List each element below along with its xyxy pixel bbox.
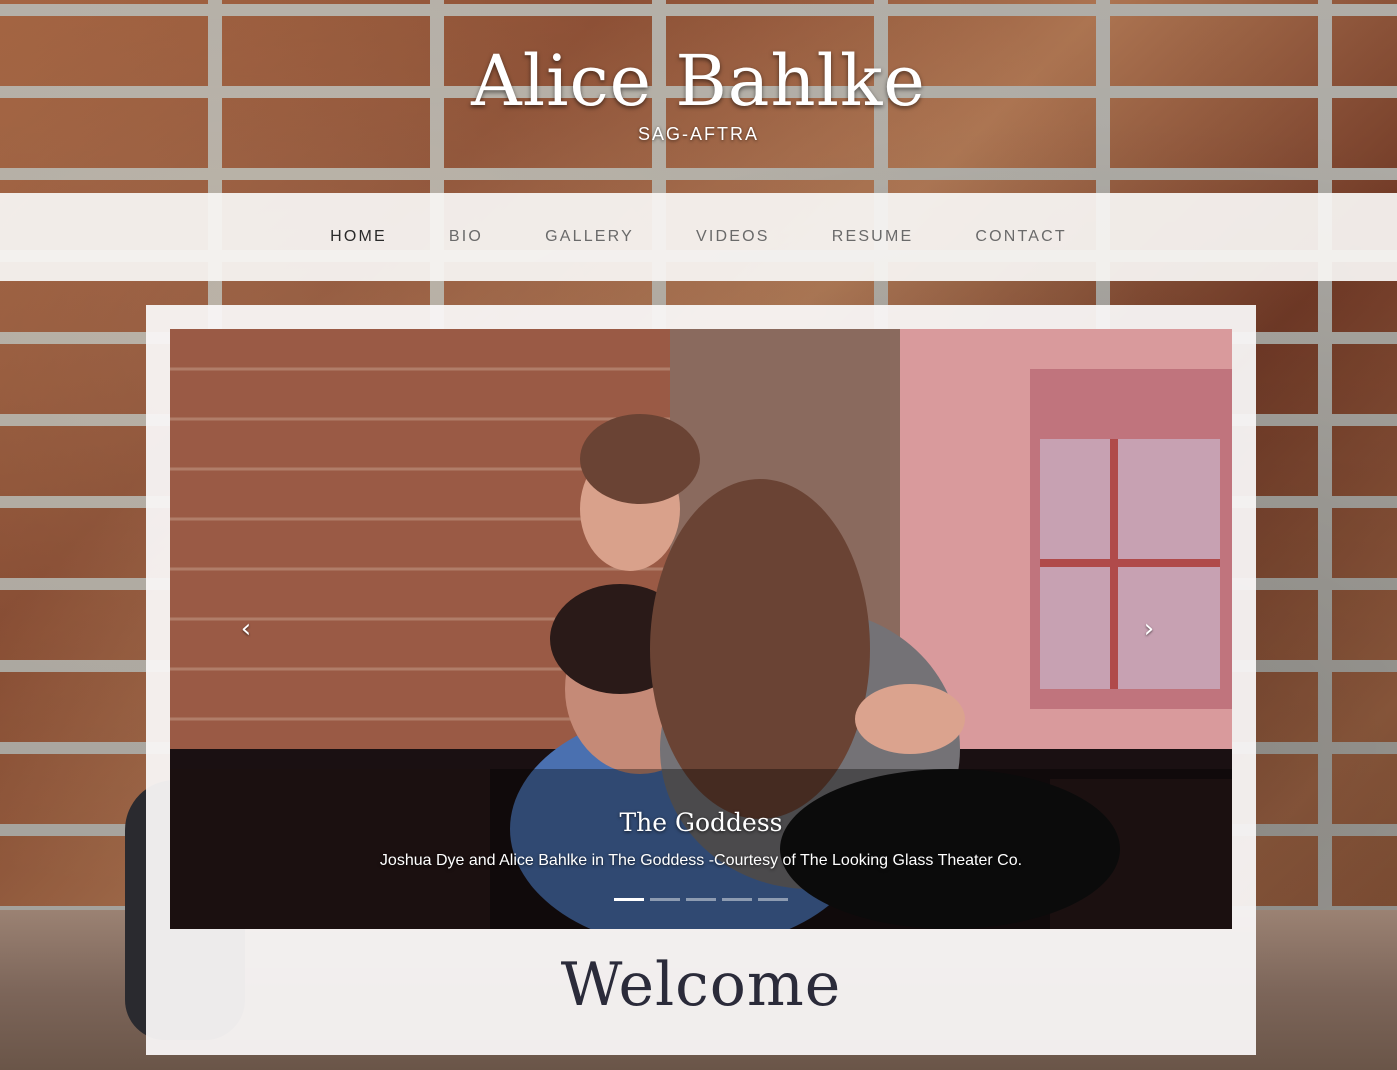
carousel-indicator[interactable] (686, 898, 716, 901)
caption-title: The Goddess (619, 808, 783, 837)
site-title[interactable]: Alice Bahlke (0, 36, 1397, 126)
nav-item-bio[interactable]: BIO (449, 228, 483, 246)
image-carousel[interactable]: ‹ › The Goddess Joshua Dye and Alice Bah… (170, 329, 1232, 929)
nav-item-home[interactable]: HOME (330, 228, 387, 246)
carousel-indicator[interactable] (722, 898, 752, 901)
carousel-indicator[interactable] (614, 898, 644, 901)
site-header: Alice Bahlke SAG-AFTRA (0, 0, 1397, 193)
carousel-indicator[interactable] (758, 898, 788, 901)
site-subtitle: SAG-AFTRA (637, 124, 759, 144)
chevron-left-icon: ‹ (240, 614, 252, 644)
nav-item-videos[interactable]: VIDEOS (696, 228, 770, 246)
chevron-right-icon: › (1143, 614, 1155, 644)
carousel-indicators (170, 898, 1232, 901)
nav-item-gallery[interactable]: GALLERY (545, 228, 634, 246)
caption-text: Joshua Dye and Alice Bahlke in The Godde… (379, 852, 1023, 869)
carousel-next-button[interactable]: › (1134, 614, 1164, 644)
main-nav: HOME BIO GALLERY VIDEOS RESUME CONTACT (0, 193, 1397, 281)
carousel-indicator[interactable] (650, 898, 680, 901)
carousel-caption: The Goddess Joshua Dye and Alice Bahlke … (170, 803, 1232, 873)
content-card: ‹ › The Goddess Joshua Dye and Alice Bah… (146, 305, 1256, 1055)
welcome-heading: Welcome (560, 950, 842, 1020)
nav-item-resume[interactable]: RESUME (832, 228, 914, 246)
carousel-prev-button[interactable]: ‹ (231, 614, 261, 644)
nav-item-contact[interactable]: CONTACT (975, 228, 1067, 246)
